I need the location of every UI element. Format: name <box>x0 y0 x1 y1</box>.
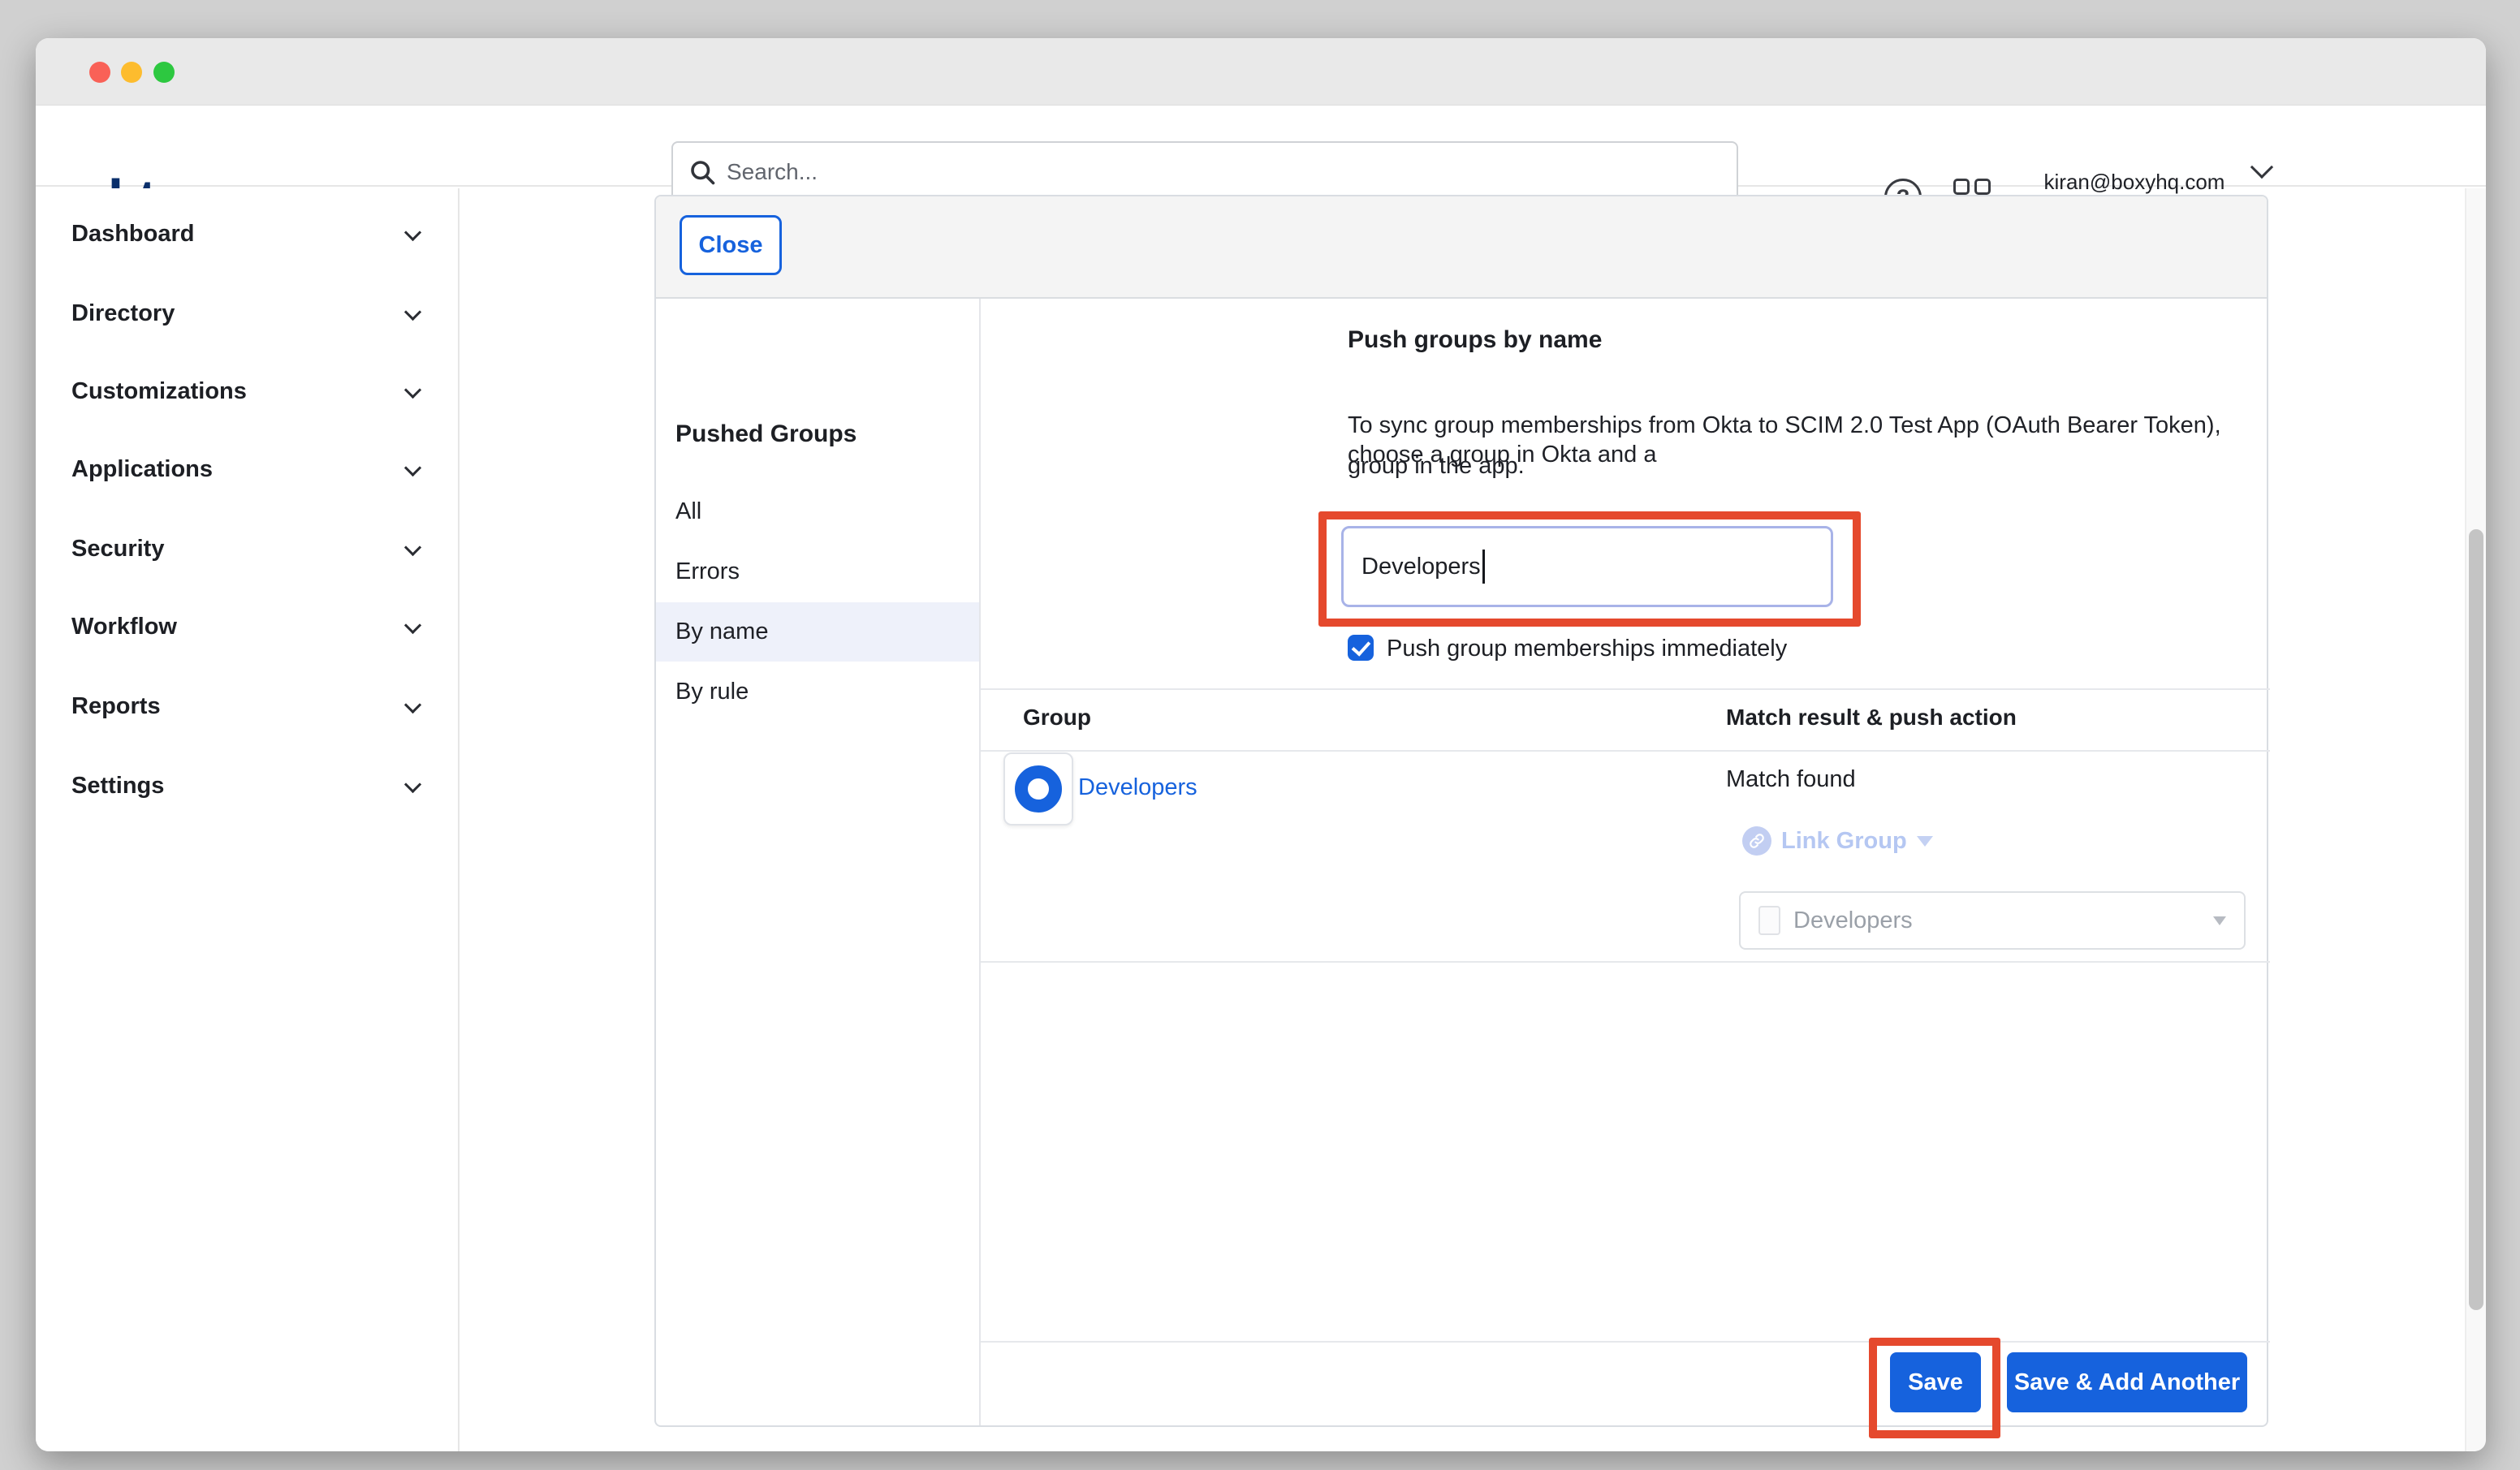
chevron-down-icon <box>404 539 421 556</box>
match-status: Match found <box>1726 766 1856 793</box>
caret-down-icon <box>1917 836 1933 847</box>
search-input[interactable] <box>671 141 1738 202</box>
chevron-down-icon <box>404 617 421 634</box>
chevron-down-icon[interactable] <box>2250 156 2273 179</box>
close-button[interactable]: Close <box>680 215 782 275</box>
link-group-button[interactable]: Link Group <box>1742 823 1933 859</box>
link-group-label: Link Group <box>1781 828 1907 855</box>
nav-item-errors[interactable]: Errors <box>656 542 979 601</box>
nav-item-all[interactable]: All <box>656 482 979 541</box>
sidebar-item-reports[interactable]: Reports <box>36 686 458 726</box>
save-add-another-button[interactable]: Save & Add Another <box>2007 1352 2247 1412</box>
group-name-input[interactable]: Developers <box>1341 526 1833 607</box>
text-cursor <box>1482 550 1485 584</box>
app-header: okta ? kiran@boxyhq.com okta-dev-2090126… <box>36 106 2486 187</box>
traffic-light-minimize-button[interactable] <box>121 62 142 83</box>
push-immediately-label: Push group memberships immediately <box>1387 635 1787 662</box>
account-email: kiran@boxyhq.com <box>2017 168 2252 196</box>
sidebar-item-workflow[interactable]: Workflow <box>36 606 458 647</box>
chevron-down-icon <box>404 696 421 713</box>
divider <box>981 1341 2270 1343</box>
divider <box>981 688 2270 690</box>
pushed-groups-title: Pushed Groups <box>675 420 857 448</box>
chevron-down-icon <box>404 382 421 399</box>
traffic-light-zoom-button[interactable] <box>153 62 175 83</box>
group-circle-icon <box>1015 765 1062 813</box>
chevron-down-icon <box>404 776 421 793</box>
desktop-background: okta ? kiran@boxyhq.com okta-dev-2090126… <box>0 0 2520 1470</box>
panel-toolbar: Close <box>656 196 2267 299</box>
sidebar-item-applications[interactable]: Applications <box>36 449 458 489</box>
column-header-match: Match result & push action <box>1726 695 2017 740</box>
sidebar-item-customizations[interactable]: Customizations <box>36 371 458 412</box>
pushed-groups-panel: Close Pushed Groups All Errors By name B… <box>654 195 2268 1427</box>
sidebar-item-settings[interactable]: Settings <box>36 765 458 806</box>
sidebar-item-dashboard[interactable]: Dashboard <box>36 213 458 254</box>
push-immediately-checkbox[interactable] <box>1348 635 1374 661</box>
chevron-down-icon <box>404 459 421 476</box>
grid-icon <box>1953 179 1970 195</box>
app-group-placeholder-icon <box>1758 906 1780 935</box>
nav-item-by-name[interactable]: By name <box>656 602 979 662</box>
group-developers-link[interactable]: Developers <box>1078 774 1197 801</box>
scrollbar <box>2465 188 2486 1451</box>
app-group-value: Developers <box>1793 907 2213 934</box>
chevron-down-icon <box>404 304 421 321</box>
window-titlebar <box>36 38 2486 106</box>
sidebar-item-directory[interactable]: Directory <box>36 293 458 334</box>
sidebar-item-security[interactable]: Security <box>36 528 458 569</box>
chevron-down-icon <box>404 224 421 241</box>
nav-item-by-rule[interactable]: By rule <box>656 662 979 722</box>
sidebar: Dashboard Directory Customizations Appli… <box>36 188 460 1451</box>
group-name-value: Developers <box>1361 554 1481 580</box>
divider <box>981 961 2270 963</box>
group-avatar <box>1003 752 1073 826</box>
description-line2: group in the app. <box>1348 451 1525 481</box>
page-title: Push groups by name <box>1348 326 1602 354</box>
app-window: okta ? kiran@boxyhq.com okta-dev-2090126… <box>36 38 2486 1451</box>
divider <box>981 750 2270 752</box>
pushed-groups-nav: Pushed Groups All Errors By name By rule <box>656 299 981 1425</box>
caret-down-icon <box>2213 916 2226 925</box>
scrollbar-thumb[interactable] <box>2469 529 2483 1310</box>
save-button[interactable]: Save <box>1890 1352 1981 1412</box>
traffic-light-close-button[interactable] <box>89 62 110 83</box>
app-group-select[interactable]: Developers <box>1739 891 2246 950</box>
link-icon <box>1742 826 1771 856</box>
column-header-group: Group <box>1023 695 1091 740</box>
search-icon <box>688 157 717 187</box>
